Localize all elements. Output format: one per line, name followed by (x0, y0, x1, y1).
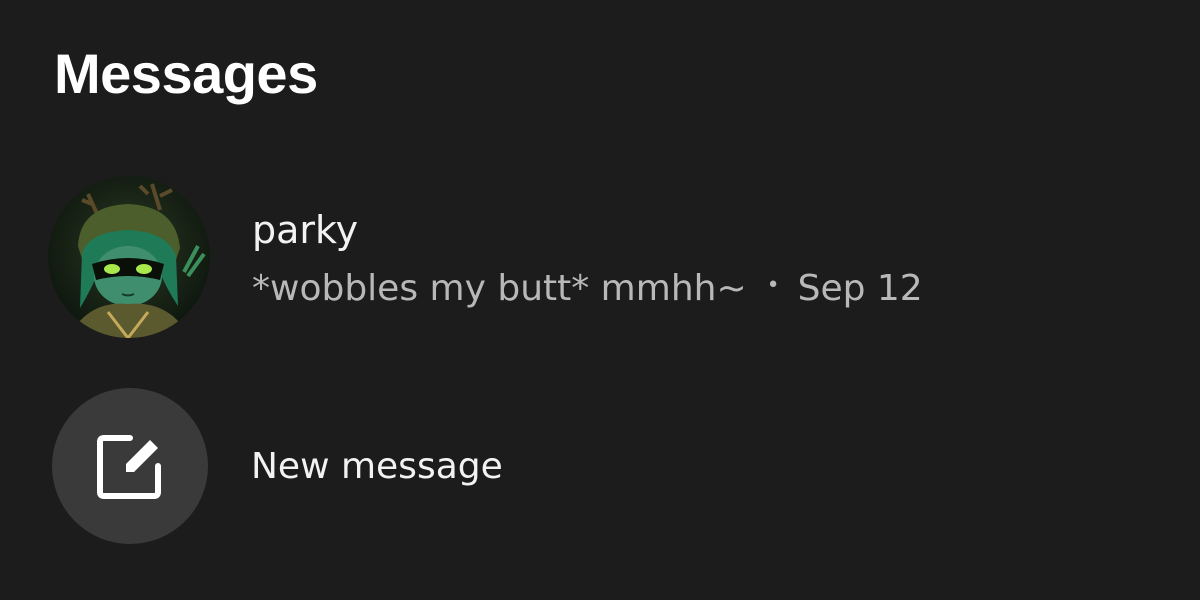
separator-dot: • (766, 273, 780, 298)
page-title: Messages (54, 42, 318, 105)
conversation-name: parky (252, 208, 359, 252)
conversation-preview-row: *wobbles my butt* mmhh~ • Sep 12 (252, 266, 923, 313)
conversation-date: Sep 12 (797, 268, 923, 309)
character-avatar-icon (48, 176, 210, 338)
new-message-button[interactable]: New message (52, 388, 752, 544)
new-message-label: New message (251, 446, 503, 487)
conversation-preview: *wobbles my butt* mmhh~ (252, 268, 747, 309)
compose-button-circle[interactable] (52, 388, 208, 544)
avatar[interactable] (48, 176, 210, 338)
compose-icon (97, 435, 161, 499)
conversation-item[interactable]: parky *wobbles my butt* mmhh~ • Sep 12 (48, 176, 1152, 338)
